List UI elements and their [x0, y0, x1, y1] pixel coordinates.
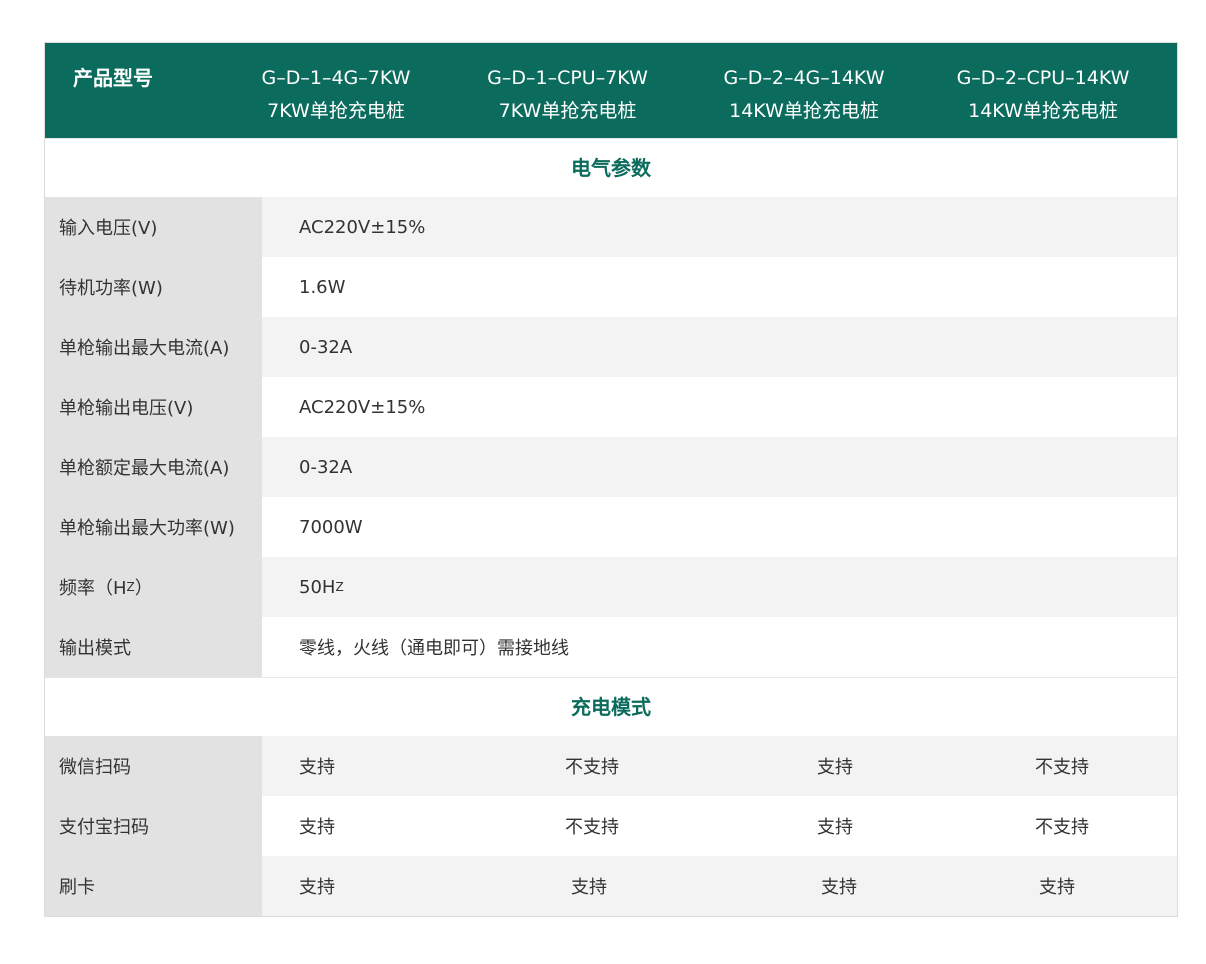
cell-value: 支持 [1039, 877, 1075, 898]
row-label: 单枪输出最大功率(W) [45, 497, 262, 557]
row-value: 1.6W [299, 276, 346, 298]
table-row: 待机功率(W) 1.6W [45, 257, 1177, 317]
row-label: 刷卡 [45, 856, 262, 916]
row-value: 0-32A [299, 456, 353, 478]
model-desc: 14KW单抢充电桩 [729, 100, 879, 122]
cell-value: 支持 [299, 757, 335, 778]
table-row: 微信扫码 支持 不支持 支持 不支持 [45, 736, 1177, 796]
row-label: 输入电压(V) [45, 197, 262, 257]
row-value: 7000W [299, 516, 363, 538]
row-label: 单枪输出最大电流(A) [45, 317, 262, 377]
table-header: 产品型号 G–D–1–4G–7KW 7KW单抢充电桩 G–D–1–CPU–7KW… [45, 43, 1177, 138]
row-label: 单枪输出电压(V) [45, 377, 262, 437]
section-title-charging: 充电模式 [45, 677, 1177, 736]
model-desc: 7KW单抢充电桩 [267, 100, 405, 122]
freq-label-end: ） [134, 578, 153, 599]
freq-label-sub: Z [126, 580, 135, 594]
cell-value: 支持 [817, 757, 853, 778]
row-value: 零线，火线（通电即可）需接地线 [299, 638, 569, 659]
model-code: G–D–1–CPU–7KW [487, 67, 648, 89]
model-desc: 7KW单抢充电桩 [498, 100, 637, 122]
row-label: 待机功率(W) [45, 257, 262, 317]
row-label: 输出模式 [45, 617, 262, 677]
row-value: 0-32A [299, 336, 353, 358]
cell-value: 支持 [821, 877, 857, 898]
cell-value: 不支持 [1035, 817, 1089, 838]
cell-value: 支持 [299, 817, 335, 838]
header-model-2: G–D–1–CPU–7KW 7KW单抢充电桩 [470, 62, 665, 128]
row-label: 频率（H Z） [45, 557, 262, 617]
model-code: G–D–2–4G–14KW [723, 67, 885, 89]
cell-value: 支持 [299, 877, 335, 898]
cell-value: 不支持 [1035, 757, 1089, 778]
row-label: 微信扫码 [45, 736, 262, 796]
table-row: 输入电压(V) AC220V±15% [45, 197, 1177, 257]
table-row: 单枪额定最大电流(A) 0-32A [45, 437, 1177, 497]
cell-value: 不支持 [565, 757, 619, 778]
header-label: 产品型号 [73, 66, 153, 90]
cell-value: 支持 [571, 877, 607, 898]
row-value: AC220V±15% [299, 216, 426, 238]
freq-value-sub: Z [335, 580, 344, 594]
row-value: AC220V±15% [299, 396, 426, 418]
header-model-3: G–D–2–4G–14KW 14KW单抢充电桩 [709, 62, 899, 128]
row-label: 支付宝扫码 [45, 796, 262, 856]
table-row: 单枪输出电压(V) AC220V±15% [45, 377, 1177, 437]
table-row: 单枪输出最大电流(A) 0-32A [45, 317, 1177, 377]
model-code: G–D–1–4G–7KW [261, 67, 411, 89]
row-value: 50H Z [299, 557, 344, 617]
table-row: 单枪输出最大功率(W) 7000W [45, 497, 1177, 557]
table-row: 支付宝扫码 支持 不支持 支持 不支持 [45, 796, 1177, 856]
table-row: 频率（H Z） 50H Z [45, 557, 1177, 617]
model-desc: 14KW单抢充电桩 [968, 100, 1118, 122]
cell-value: 不支持 [565, 817, 619, 838]
table-row: 输出模式 零线，火线（通电即可）需接地线 [45, 617, 1177, 677]
freq-label-text: 频率（H [59, 578, 127, 599]
table-row: 刷卡 支持 支持 支持 支持 [45, 856, 1177, 916]
header-model-4: G–D–2–CPU–14KW 14KW单抢充电桩 [938, 62, 1148, 128]
model-code: G–D–2–CPU–14KW [956, 67, 1130, 89]
section-title-electrical: 电气参数 [45, 138, 1177, 197]
freq-value-text: 50H [299, 576, 336, 598]
cell-value: 支持 [817, 817, 853, 838]
row-label: 单枪额定最大电流(A) [45, 437, 262, 497]
header-model-1: G–D–1–4G–7KW 7KW单抢充电桩 [251, 62, 421, 128]
spec-table: 产品型号 G–D–1–4G–7KW 7KW单抢充电桩 G–D–1–CPU–7KW… [44, 42, 1178, 917]
